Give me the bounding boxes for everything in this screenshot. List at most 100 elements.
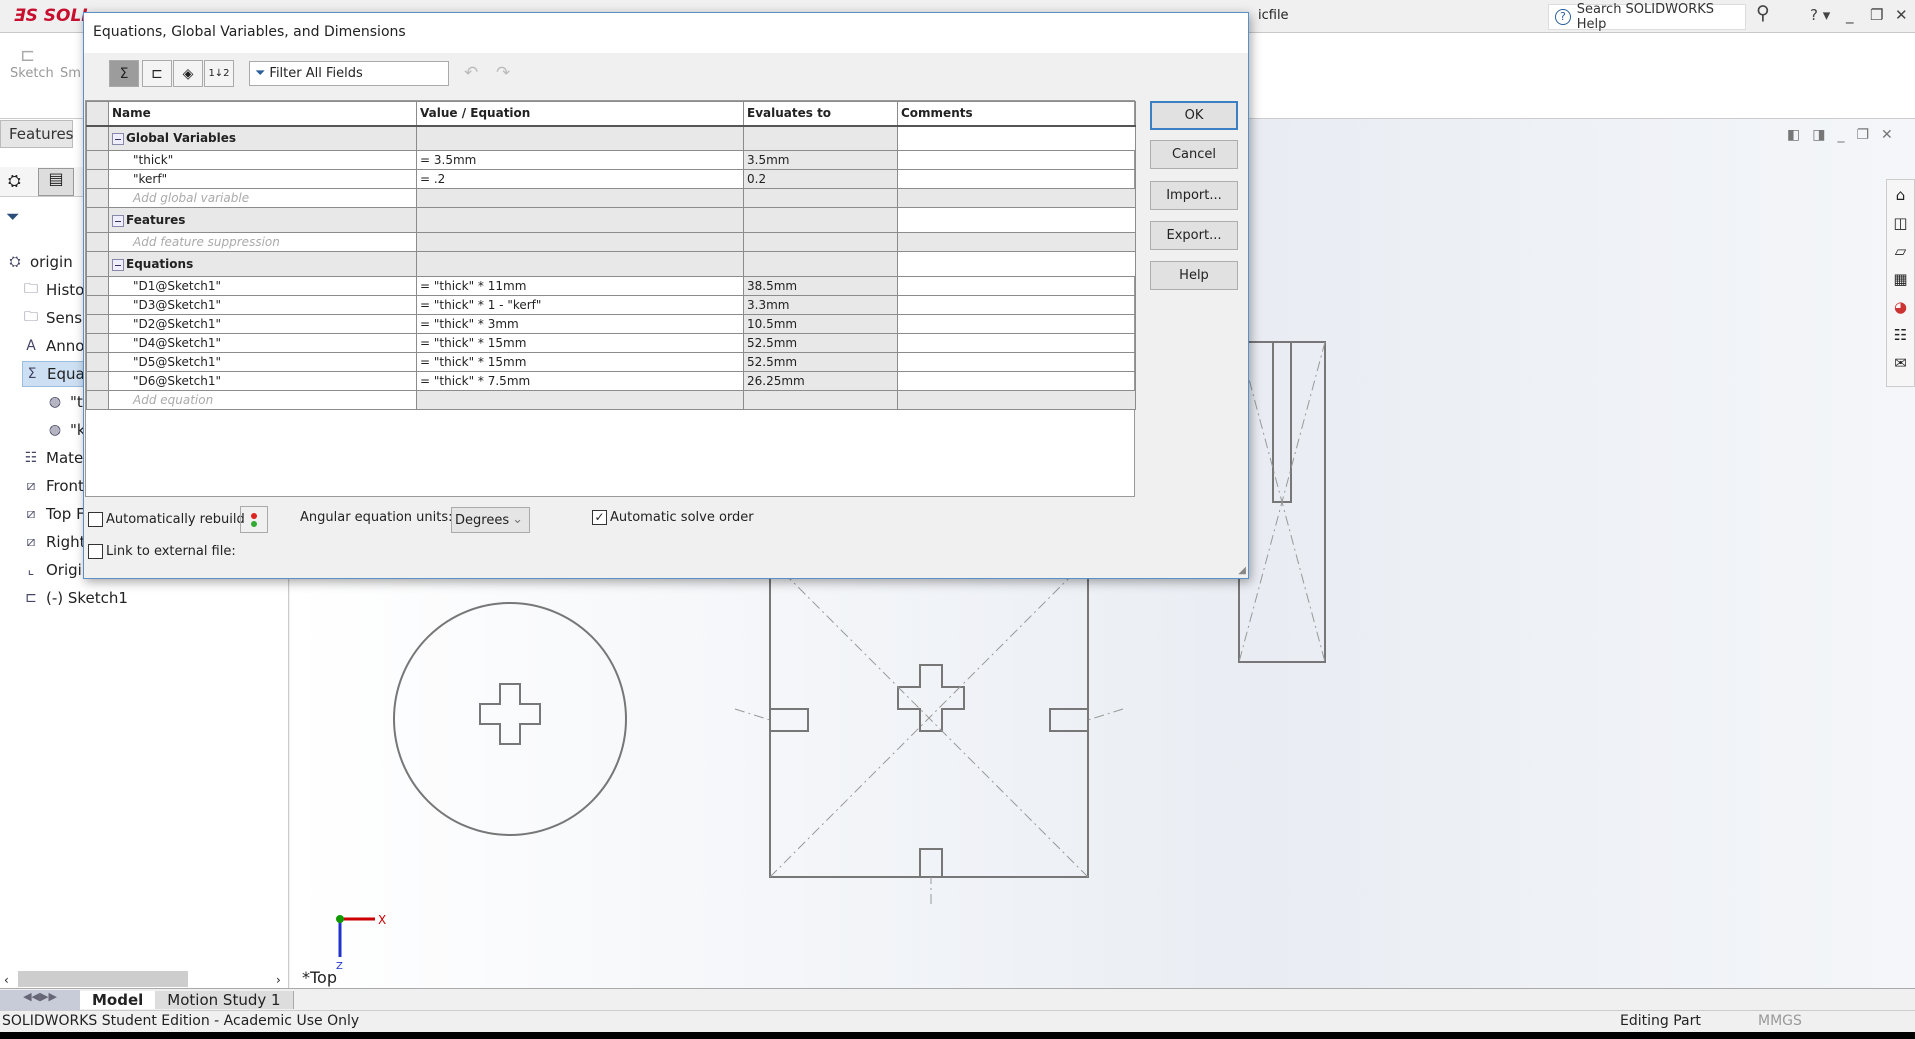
- ok-button[interactable]: OK: [1150, 101, 1238, 130]
- add-row-cell[interactable]: Add feature suppression: [108, 232, 417, 252]
- help-search-input[interactable]: ? Search SOLIDWORKS Help: [1548, 2, 1746, 32]
- group-header[interactable]: Features: [108, 207, 417, 233]
- tree-item[interactable]: Σ Equat: [22, 361, 92, 387]
- task-pane-tabs[interactable]: ⌂ ◫ ▱ ▦ ◕ ☷ ✉: [1886, 179, 1915, 387]
- name-cell[interactable]: "D5@Sketch1": [108, 352, 417, 372]
- rebuild-button[interactable]: [240, 506, 268, 533]
- name-cell[interactable]: "D6@Sketch1": [108, 371, 417, 391]
- tree-item[interactable]: ⧄ Top F: [22, 501, 85, 527]
- comments-cell[interactable]: [897, 169, 1136, 189]
- comments-cell[interactable]: [897, 276, 1136, 296]
- group-row[interactable]: Features: [86, 207, 1136, 233]
- auto-solve-order-checkbox[interactable]: ✓: [592, 510, 607, 525]
- feature-manager-tab-icon[interactable]: ⛭: [8, 171, 21, 191]
- row-header[interactable]: [86, 333, 109, 353]
- row-header[interactable]: [86, 150, 109, 170]
- comments-cell[interactable]: [897, 352, 1136, 372]
- corner-cell[interactable]: [86, 101, 109, 127]
- table-row[interactable]: "thick" = 3.5mm 3.5mm: [86, 150, 1136, 170]
- sketch-button[interactable]: Sketch: [10, 66, 54, 81]
- tree-item[interactable]: ⛭ origin: [6, 249, 72, 275]
- name-cell[interactable]: "kerf": [108, 169, 417, 189]
- table-row[interactable]: "kerf" = .2 0.2: [86, 169, 1136, 189]
- undo-icon[interactable]: ↶: [464, 63, 478, 83]
- table-row[interactable]: Add feature suppression: [86, 232, 1136, 252]
- comments-cell[interactable]: [897, 314, 1136, 334]
- row-header[interactable]: [86, 207, 109, 233]
- column-header-name[interactable]: Name: [108, 101, 417, 127]
- name-cell[interactable]: "D2@Sketch1": [108, 314, 417, 334]
- table-row[interactable]: Add equation: [86, 390, 1136, 410]
- group-row[interactable]: Global Variables: [86, 125, 1136, 151]
- tree-item[interactable]: ◍ "k: [46, 417, 86, 443]
- export-button[interactable]: Export...: [1150, 221, 1238, 250]
- tree-item[interactable]: ☷ Mate: [22, 445, 84, 471]
- property-manager-tab-icon[interactable]: ▤: [38, 168, 74, 196]
- value-cell[interactable]: = "thick" * 3mm: [416, 314, 744, 334]
- row-header[interactable]: [86, 295, 109, 315]
- table-row[interactable]: "D3@Sketch1" = "thick" * 1 - "kerf" 3.3mm: [86, 295, 1136, 315]
- add-row-cell[interactable]: Add equation: [108, 390, 417, 410]
- row-header[interactable]: [86, 276, 109, 296]
- table-row[interactable]: "D6@Sketch1" = "thick" * 7.5mm 26.25mm: [86, 371, 1136, 391]
- filter-icon[interactable]: ⏷: [6, 207, 20, 227]
- name-cell[interactable]: "D1@Sketch1": [108, 276, 417, 296]
- row-header[interactable]: [86, 390, 109, 410]
- file-explorer-icon[interactable]: ▱: [1895, 242, 1907, 260]
- value-cell[interactable]: = 3.5mm: [416, 150, 744, 170]
- search-icon[interactable]: ⚲: [1756, 2, 1770, 24]
- minimize-button[interactable]: _: [1846, 6, 1854, 24]
- tree-item[interactable]: ◍ "t: [46, 389, 83, 415]
- equation-view-button[interactable]: Σ: [109, 60, 139, 87]
- collapse-icon[interactable]: [112, 258, 124, 271]
- import-button[interactable]: Import...: [1150, 181, 1238, 210]
- help-button[interactable]: Help: [1150, 261, 1238, 290]
- tree-item[interactable]: ⌞ Origi: [22, 557, 82, 583]
- row-header[interactable]: [86, 371, 109, 391]
- tree-item[interactable]: 🗀 Senso: [22, 305, 91, 331]
- horizontal-scrollbar[interactable]: [18, 971, 188, 987]
- row-header[interactable]: [86, 251, 109, 277]
- appearances-icon[interactable]: ◕: [1894, 298, 1907, 316]
- resources-icon[interactable]: ◫: [1893, 214, 1907, 232]
- view-palette-icon[interactable]: ▦: [1893, 270, 1907, 288]
- group-header[interactable]: Equations: [108, 251, 417, 277]
- row-header[interactable]: [86, 314, 109, 334]
- tab-scroll-arrows[interactable]: ◀◀▶▶: [0, 989, 80, 1010]
- row-header[interactable]: [86, 169, 109, 189]
- row-header[interactable]: [86, 188, 109, 208]
- value-cell[interactable]: = "thick" * 11mm: [416, 276, 744, 296]
- value-cell[interactable]: = "thick" * 15mm: [416, 333, 744, 353]
- value-cell[interactable]: = "thick" * 1 - "kerf": [416, 295, 744, 315]
- redo-icon[interactable]: ↷: [496, 63, 510, 83]
- tab-features[interactable]: Features: [0, 120, 74, 148]
- home-icon[interactable]: ⌂: [1896, 186, 1906, 204]
- collapse-icon[interactable]: [112, 214, 124, 227]
- table-row[interactable]: "D5@Sketch1" = "thick" * 15mm 52.5mm: [86, 352, 1136, 372]
- tab-model[interactable]: Model: [80, 990, 156, 1009]
- cancel-button[interactable]: Cancel: [1150, 140, 1238, 169]
- column-header-evaluates[interactable]: Evaluates to: [743, 101, 898, 127]
- name-cell[interactable]: "D4@Sketch1": [108, 333, 417, 353]
- group-header[interactable]: Global Variables: [108, 125, 417, 151]
- sketch-equation-view-button[interactable]: ⊏: [142, 60, 172, 87]
- viewport-window-controls[interactable]: ◧◨_❐✕: [1787, 127, 1905, 143]
- row-header[interactable]: [86, 232, 109, 252]
- comments-cell[interactable]: [897, 150, 1136, 170]
- comments-cell[interactable]: [897, 295, 1136, 315]
- close-button[interactable]: ✕: [1895, 6, 1908, 24]
- filter-input[interactable]: ⏷ Filter All Fields: [249, 61, 449, 86]
- tab-motion-study[interactable]: Motion Study 1: [155, 990, 294, 1009]
- smart-dimension-button[interactable]: Sm: [60, 66, 81, 81]
- forum-icon[interactable]: ✉: [1894, 354, 1907, 372]
- tree-item[interactable]: ⧄ Front: [22, 473, 84, 499]
- column-header-value[interactable]: Value / Equation: [416, 101, 744, 127]
- row-header[interactable]: [86, 352, 109, 372]
- value-cell[interactable]: = "thick" * 15mm: [416, 352, 744, 372]
- ordered-view-button[interactable]: 1↓2: [204, 60, 234, 87]
- name-cell[interactable]: "D3@Sketch1": [108, 295, 417, 315]
- solidworks-logo[interactable]: ƎS SOLI: [14, 6, 88, 26]
- scroll-left-arrow[interactable]: ‹: [4, 973, 9, 987]
- comments-cell[interactable]: [897, 333, 1136, 353]
- dimension-view-button[interactable]: ◈: [173, 60, 203, 87]
